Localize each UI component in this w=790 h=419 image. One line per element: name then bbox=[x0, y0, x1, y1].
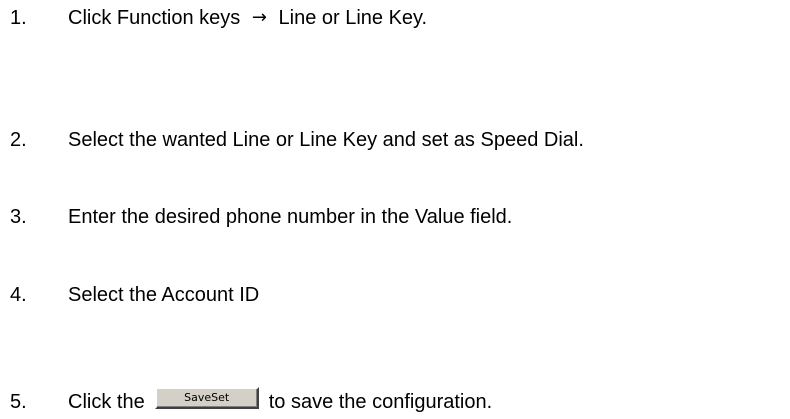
step-number: 2. bbox=[10, 129, 27, 151]
step-text: Click Function keys → Line or Line Key. bbox=[68, 3, 427, 34]
step-text-before: Click the bbox=[68, 391, 145, 413]
step-text: Enter the desired phone number in the Va… bbox=[68, 206, 513, 228]
step-text-after: to save the configuration. bbox=[268, 391, 493, 413]
step-number: 5. bbox=[10, 391, 27, 413]
right-arrow-icon: → bbox=[251, 7, 267, 28]
instruction-steps: 1. Click Function keys → Line or Line Ke… bbox=[0, 0, 790, 419]
step-text: Select the wanted Line or Line Key and s… bbox=[68, 129, 584, 151]
step-number: 3. bbox=[10, 206, 27, 228]
saveset-button[interactable]: SaveSet bbox=[154, 386, 259, 409]
step-text: Select the Account ID bbox=[68, 284, 260, 306]
step-number: 1. bbox=[10, 7, 27, 29]
step-text: Click the SaveSet to save the configuratio… bbox=[68, 386, 493, 417]
step-number: 4. bbox=[10, 284, 27, 306]
step-text-before: Click Function keys bbox=[68, 7, 241, 29]
step-text-after: Line or Line Key. bbox=[278, 7, 428, 29]
